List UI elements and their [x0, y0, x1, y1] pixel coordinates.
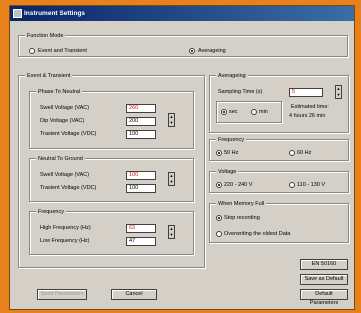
- event-transient-label: Event and Transient: [38, 48, 87, 54]
- estimated-time-value: 4 hours 26 min: [289, 113, 326, 119]
- phase-to-neutral-title: Phase To Neutral: [36, 88, 83, 96]
- low-frequency-input[interactable]: 47: [126, 237, 156, 246]
- overwrite-oldest-radio[interactable]: [216, 231, 222, 237]
- ptn-swell-input[interactable]: 260: [126, 104, 156, 113]
- averaging-mode-radio[interactable]: [189, 48, 195, 54]
- spin-down-icon[interactable]: ▼: [336, 92, 341, 98]
- volt-110-radio[interactable]: [289, 182, 295, 188]
- high-frequency-label: High Frequency (Hz): [40, 225, 91, 231]
- ntg-swell-input[interactable]: 100: [126, 171, 156, 180]
- window-title: Instrument Settings: [24, 10, 86, 17]
- frequency-limits-title: Frequency: [36, 208, 66, 216]
- function-mode-title: Function Mode: [25, 32, 66, 40]
- neutral-to-ground-title: Neutral To Ground: [36, 155, 85, 163]
- volt-110-label: 110 - 130 V: [297, 182, 326, 188]
- en50160-button[interactable]: EN 50160: [300, 259, 348, 270]
- volt-220-label: 220 - 240 V: [224, 182, 253, 188]
- event-transient-radio[interactable]: [29, 48, 35, 54]
- cancel-button[interactable]: Cancel: [111, 289, 157, 300]
- ptn-swell-label: Swell Voltage (VAC): [40, 105, 90, 111]
- averaging-title: Averageing: [216, 72, 248, 80]
- stop-recording-radio[interactable]: [216, 215, 222, 221]
- ntg-swell-label: Swell Voltage (VAC): [40, 172, 90, 178]
- stop-recording-label: Stop recording: [224, 215, 260, 221]
- send-parameters-button[interactable]: Send Parameters: [37, 289, 87, 300]
- memory-full-title: When Memory Full: [216, 200, 267, 208]
- default-parameters-button[interactable]: Default Parameters: [300, 289, 348, 306]
- averaging-mode-label: Averageing: [198, 48, 226, 54]
- ntg-transient-label: Trasient Voltage (VDC): [40, 185, 97, 191]
- unit-sec-radio[interactable]: [221, 109, 227, 115]
- instrument-settings-window: Instrument Settings Function Mode Event …: [9, 5, 355, 310]
- volt-220-radio[interactable]: [216, 182, 222, 188]
- ptn-transient-label: Trasient Voltage (VDC): [40, 131, 97, 137]
- ptn-spinner[interactable]: ▲ ▼: [168, 113, 175, 127]
- app-icon: [13, 9, 22, 18]
- freq-50hz-label: 50 Hz: [224, 150, 239, 156]
- unit-sec-label: sec: [229, 109, 238, 115]
- save-as-default-button[interactable]: Save as Default: [300, 274, 348, 285]
- frequency-title: Frequency: [216, 136, 246, 144]
- ptn-dip-input[interactable]: 200: [126, 117, 156, 126]
- spin-down-icon[interactable]: ▼: [169, 120, 174, 126]
- voltage-title: Voltage: [216, 168, 239, 176]
- estimated-time-label: Estimated time:: [291, 104, 329, 110]
- frequency-spinner[interactable]: ▲ ▼: [168, 225, 175, 239]
- sampling-time-input[interactable]: 5: [289, 88, 323, 97]
- event-transient-title: Event & Transient: [25, 72, 73, 80]
- ptn-transient-input[interactable]: 100: [126, 130, 156, 139]
- ntg-spinner[interactable]: ▲ ▼: [168, 172, 175, 186]
- overwrite-oldest-label: Overwriting the oldest Data: [224, 231, 291, 237]
- freq-60hz-radio[interactable]: [289, 150, 295, 156]
- ntg-transient-input[interactable]: 100: [126, 184, 156, 193]
- freq-60hz-label: 60 Hz: [297, 150, 312, 156]
- spin-down-icon[interactable]: ▼: [169, 179, 174, 185]
- unit-min-label: min: [259, 109, 268, 115]
- sampling-spinner[interactable]: ▲ ▼: [335, 85, 342, 99]
- ptn-dip-label: Dip Voltage (VAC): [40, 118, 85, 124]
- low-frequency-label: Low Frequency (Hz): [40, 238, 90, 244]
- sampling-time-label: Sampling Time (s): [218, 89, 263, 95]
- unit-min-radio[interactable]: [251, 109, 257, 115]
- title-bar: Instrument Settings: [10, 6, 354, 21]
- spin-down-icon[interactable]: ▼: [169, 232, 174, 238]
- memory-full-group: When Memory Full: [209, 200, 349, 243]
- high-frequency-input[interactable]: 63: [126, 224, 156, 233]
- freq-50hz-radio[interactable]: [216, 150, 222, 156]
